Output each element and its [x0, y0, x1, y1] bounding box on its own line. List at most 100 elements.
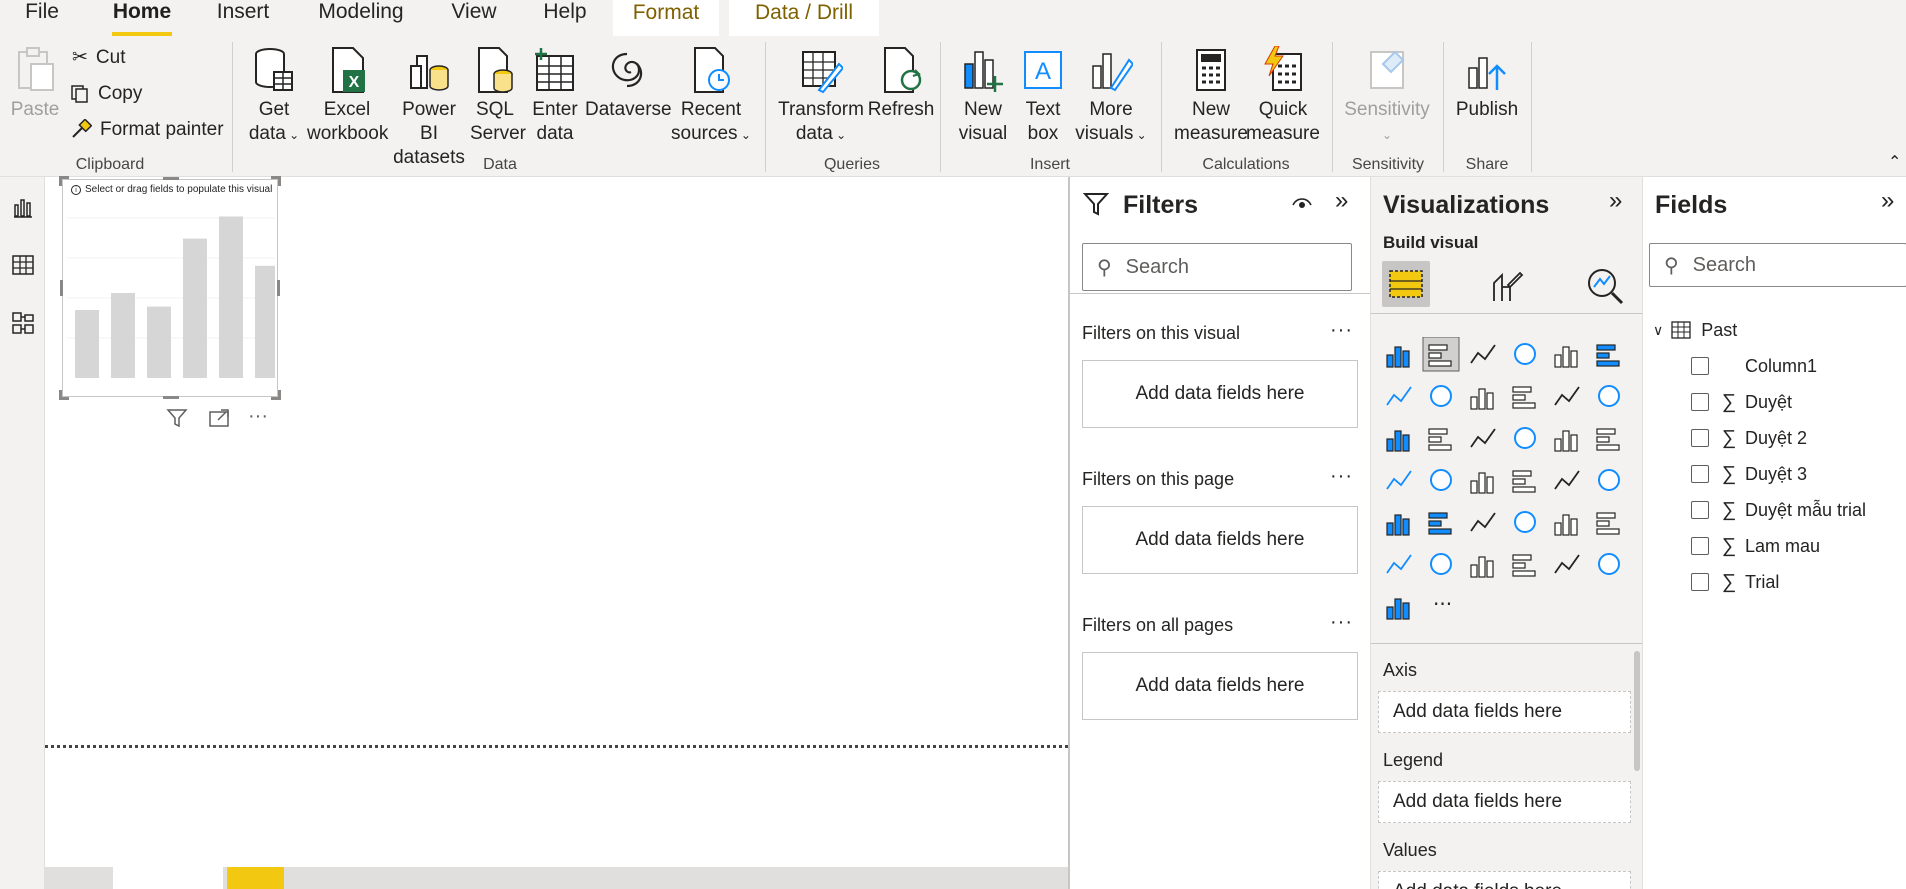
field-item[interactable]: ∑ Duyệt 3 — [1691, 459, 1807, 489]
visual-type-icon[interactable] — [1512, 554, 1536, 577]
sensitivity-button[interactable]: Sensitivity ⌄ — [1344, 46, 1430, 147]
visual-type-icon[interactable] — [1512, 470, 1536, 493]
visual-type-icon[interactable] — [1430, 469, 1452, 491]
field-checkbox[interactable] — [1691, 357, 1709, 375]
visual-type-icon[interactable] — [1598, 469, 1620, 491]
visual-type-icon[interactable] — [1386, 346, 1410, 368]
visual-type-icon[interactable] — [1386, 514, 1410, 536]
transform-data-button[interactable]: Transform data ⌄ — [778, 46, 864, 147]
quick-measure-button[interactable]: Quick measure — [1246, 46, 1320, 146]
visual-type-icon[interactable] — [1386, 430, 1410, 452]
page-tab[interactable] — [113, 867, 223, 889]
report-view-icon[interactable] — [11, 195, 35, 219]
build-visual-tab[interactable] — [1382, 261, 1430, 307]
model-view-icon[interactable] — [11, 311, 35, 335]
resize-handle[interactable] — [59, 176, 69, 186]
resize-handle[interactable] — [60, 280, 63, 296]
visual-types-gallery[interactable]: ··· — [1381, 337, 1631, 637]
more-options-icon[interactable]: ··· — [1330, 465, 1353, 488]
field-checkbox[interactable] — [1691, 393, 1709, 411]
field-checkbox[interactable] — [1691, 537, 1709, 555]
field-checkbox[interactable] — [1691, 465, 1709, 483]
resize-handle[interactable] — [271, 390, 281, 400]
eye-icon[interactable] — [1291, 194, 1313, 212]
field-item[interactable]: ∑ Duyệt — [1691, 387, 1792, 417]
power-bi-datasets-button[interactable]: Power BI datasets — [391, 46, 467, 170]
visual-type-icon[interactable] — [1554, 554, 1580, 574]
visual-type-icon[interactable] — [1470, 512, 1496, 532]
visual-type-icon[interactable] — [1470, 344, 1496, 364]
filters-all-well[interactable]: Add data fields here — [1082, 652, 1358, 720]
recent-sources-button[interactable]: Recent sources ⌄ — [670, 46, 752, 147]
field-item[interactable]: ∑ Lam mau — [1691, 531, 1820, 561]
sql-server-button[interactable]: SQL Server — [470, 46, 526, 146]
dataverse-button[interactable]: Dataverse — [585, 46, 672, 122]
resize-handle[interactable] — [163, 177, 179, 180]
visual-type-icon[interactable] — [1596, 344, 1620, 367]
visual-type-icon[interactable] — [1470, 472, 1494, 494]
paste-button[interactable]: Paste — [10, 46, 60, 122]
filter-icon[interactable] — [166, 407, 188, 429]
new-measure-button[interactable]: New measure — [1174, 46, 1248, 146]
field-checkbox[interactable] — [1691, 501, 1709, 519]
visual-type-icon[interactable] — [1470, 556, 1494, 578]
get-data-button[interactable]: Get data ⌄ — [246, 46, 302, 147]
visual-type-icon[interactable]: ··· — [1433, 592, 1452, 616]
visual-type-icon[interactable] — [1598, 385, 1620, 407]
visual-type-icon[interactable] — [1386, 386, 1412, 406]
publish-button[interactable]: Publish — [1455, 46, 1519, 122]
tab-modeling[interactable]: Modeling — [315, 0, 407, 32]
data-view-icon[interactable] — [11, 253, 35, 277]
field-item[interactable]: ∑ Trial — [1691, 567, 1779, 597]
legend-well[interactable]: Add data fields here — [1378, 781, 1631, 823]
visual-type-icon[interactable] — [1428, 512, 1452, 535]
tab-insert[interactable]: Insert — [215, 0, 271, 32]
collapse-filters-icon[interactable]: » — [1335, 187, 1348, 215]
tab-view[interactable]: View — [451, 0, 497, 32]
filters-search-input[interactable]: ⚲ Search — [1082, 243, 1352, 291]
visual-type-icon[interactable] — [1470, 428, 1496, 448]
report-canvas[interactable]: i Select or drag fields to populate this… — [45, 176, 1068, 867]
axis-well[interactable]: Add data fields here — [1378, 691, 1631, 733]
visual-type-icon[interactable] — [1422, 337, 1460, 372]
text-box-button[interactable]: A Text box — [1016, 46, 1070, 146]
visual-type-icon[interactable] — [1386, 554, 1412, 574]
filters-visual-well[interactable]: Add data fields here — [1082, 360, 1358, 428]
add-page-button[interactable] — [227, 867, 284, 889]
visual-type-icon[interactable] — [1596, 428, 1620, 451]
field-item[interactable]: ∑ Duyệt mẫu trial — [1691, 495, 1866, 525]
visual-type-icon[interactable] — [1512, 386, 1536, 409]
tab-data-drill[interactable]: Data / Drill — [729, 0, 879, 36]
new-visual-button[interactable]: New visual — [955, 46, 1011, 146]
copy-button[interactable]: Copy — [70, 82, 142, 106]
filters-page-well[interactable]: Add data fields here — [1082, 506, 1358, 574]
enter-data-button[interactable]: Enter data — [530, 46, 580, 146]
focus-mode-icon[interactable] — [208, 408, 230, 428]
visual-type-icon[interactable] — [1514, 343, 1536, 365]
resize-handle[interactable] — [163, 396, 179, 399]
more-options-icon[interactable]: ··· — [248, 405, 268, 428]
excel-workbook-button[interactable]: X Excel workbook — [307, 46, 388, 146]
visual-type-icon[interactable] — [1554, 470, 1580, 490]
refresh-button[interactable]: Refresh — [866, 46, 936, 122]
table-node[interactable]: ∨ Past — [1653, 315, 1737, 345]
field-checkbox[interactable] — [1691, 573, 1709, 591]
collapse-ribbon-icon[interactable]: ⌃ — [1888, 152, 1901, 172]
tab-help[interactable]: Help — [542, 0, 588, 32]
cut-button[interactable]: ✂ Cut — [72, 46, 126, 70]
more-options-icon[interactable]: ··· — [1330, 611, 1353, 634]
scrollbar[interactable] — [1634, 651, 1640, 771]
visual-type-icon[interactable] — [1430, 385, 1452, 407]
resize-handle[interactable] — [277, 280, 280, 296]
format-visual-icon[interactable] — [1488, 267, 1524, 303]
more-options-icon[interactable]: ··· — [1330, 319, 1353, 342]
tab-home[interactable]: Home — [112, 0, 172, 36]
more-visuals-button[interactable]: More visuals ⌄ — [1074, 46, 1148, 147]
visual-type-icon[interactable] — [1470, 388, 1494, 410]
visual-type-icon[interactable] — [1596, 512, 1620, 535]
visual-type-icon[interactable] — [1386, 470, 1412, 490]
visual-type-icon[interactable] — [1428, 428, 1452, 451]
visual-type-icon[interactable] — [1514, 511, 1536, 533]
values-well[interactable]: Add data fields here — [1378, 871, 1631, 889]
format-painter-button[interactable]: Format painter — [70, 118, 224, 142]
